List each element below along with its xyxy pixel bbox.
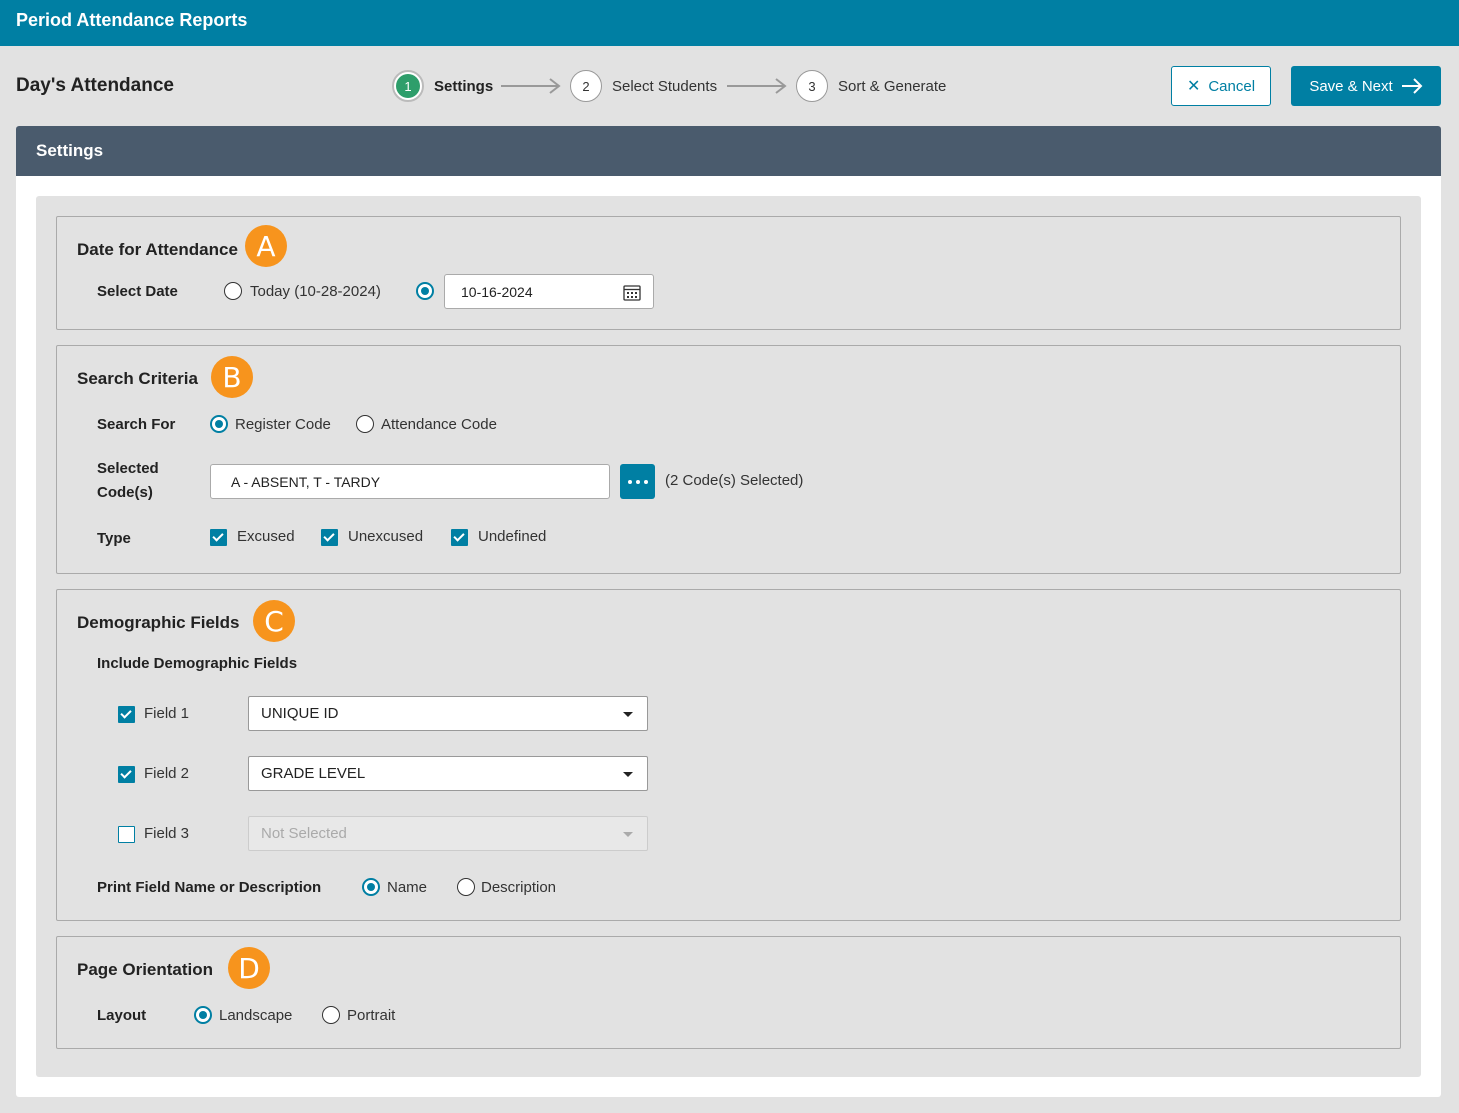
excused-checkbox[interactable] [210,529,227,546]
attendance-code-radio[interactable] [356,415,374,433]
section-badge: B [211,356,253,398]
portrait-radio[interactable] [322,1006,340,1024]
section-title: Demographic Fields [77,613,240,632]
page-orientation-section: Page Orientation D Layout Landscape Port… [56,936,1401,1049]
chevron-down-icon [623,772,633,777]
undefined-checkbox[interactable] [451,529,468,546]
register-code-label: Register Code [235,416,331,433]
layout-label: Layout [97,1007,147,1024]
today-option-label: Today (10-28-2024) [250,283,381,300]
selected-count: (2 Code(s) Selected) [665,472,804,489]
calendar-icon[interactable] [623,284,641,301]
unexcused-checkbox[interactable] [321,529,338,546]
date-value: 10-16-2024 [461,283,533,300]
field-2-label: Field 2 [144,765,190,782]
panel-body: Date for Attendance A Select Date Today … [36,196,1421,1077]
panel-title: Settings [36,141,104,160]
undefined-label: Undefined [478,528,547,545]
print-field-label: Print Field Name or Description [97,879,322,896]
field-2-value: GRADE LEVEL [261,765,366,782]
save-next-label: Save & Next [1309,77,1393,95]
unexcused-label: Unexcused [348,528,424,545]
app-header: Period Attendance Reports [0,0,1459,46]
app-title: Period Attendance Reports [16,10,248,30]
search-criteria-section: Search Criteria B Search For Register Co… [56,345,1401,574]
step-2-indicator: 2 [570,70,602,102]
search-for-label: Search For [97,416,176,433]
chevron-down-icon [623,712,633,717]
section-badge: C [253,600,295,642]
field-3-select: Not Selected [248,816,648,851]
wizard-step-settings[interactable]: 1 Settings [392,70,493,102]
save-next-button[interactable]: Save & Next [1291,66,1441,106]
attendance-code-label: Attendance Code [381,416,497,433]
section-title: Search Criteria [77,369,198,388]
demographic-fields-section: Demographic Fields C Include Demographic… [56,589,1401,921]
step-label: Select Students [612,77,718,95]
description-option-label: Description [481,879,557,896]
cancel-button[interactable]: ✕ Cancel [1171,66,1271,106]
selected-codes-label: Selected [97,460,159,477]
step-3-indicator: 3 [796,70,828,102]
selected-codes-value: A - ABSENT, T - TARDY [231,473,381,490]
section-badge: A [245,225,287,267]
wizard-step-select-students[interactable]: 2 Select Students [570,70,717,102]
landscape-label: Landscape [219,1007,293,1024]
field-3-value: Not Selected [261,825,347,842]
chevron-down-icon [623,832,633,837]
name-option-label: Name [387,879,428,896]
today-radio[interactable] [224,282,242,300]
include-demographic-label: Include Demographic Fields [97,655,298,672]
close-icon: ✕ [1186,78,1201,95]
step-label: Settings [434,77,494,95]
register-code-radio[interactable] [210,415,228,433]
step-arrow-icon [727,78,787,94]
page-title: Day's Attendance [16,75,174,96]
field-1-select[interactable]: UNIQUE ID [248,696,648,731]
custom-date-radio[interactable] [416,282,434,300]
step-arrow-icon [501,78,561,94]
date-section: Date for Attendance A Select Date Today … [56,216,1401,330]
field-2-checkbox[interactable] [118,766,135,783]
field-3-label: Field 3 [144,825,190,842]
section-badge: D [228,947,270,989]
portrait-label: Portrait [347,1007,396,1024]
settings-panel: Settings Date for Attendance A Select Da… [16,126,1441,1097]
landscape-radio[interactable] [194,1006,212,1024]
excused-label: Excused [237,528,295,545]
step-1-indicator: 1 [392,70,424,102]
arrow-right-icon [1401,78,1423,94]
field-1-value: UNIQUE ID [261,705,339,722]
field-1-label: Field 1 [144,705,190,722]
section-title: Date for Attendance [77,240,238,259]
wizard-step-sort-generate[interactable]: 3 Sort & Generate [796,70,946,102]
name-radio[interactable] [362,878,380,896]
field-1-checkbox[interactable] [118,706,135,723]
field-2-select[interactable]: GRADE LEVEL [248,756,648,791]
selected-codes-field[interactable]: A - ABSENT, T - TARDY [210,464,610,499]
selected-codes-label-2: Code(s) [97,484,153,501]
more-options-button[interactable] [620,464,655,499]
panel-header: Settings [16,126,1441,176]
section-title: Page Orientation [77,960,214,979]
type-label: Type [97,530,131,547]
date-input[interactable]: 10-16-2024 [444,274,654,309]
field-3-checkbox[interactable] [118,826,135,843]
step-label: Sort & Generate [838,77,947,95]
select-date-label: Select Date [97,283,178,300]
description-radio[interactable] [457,878,475,896]
cancel-label: Cancel [1208,77,1256,95]
